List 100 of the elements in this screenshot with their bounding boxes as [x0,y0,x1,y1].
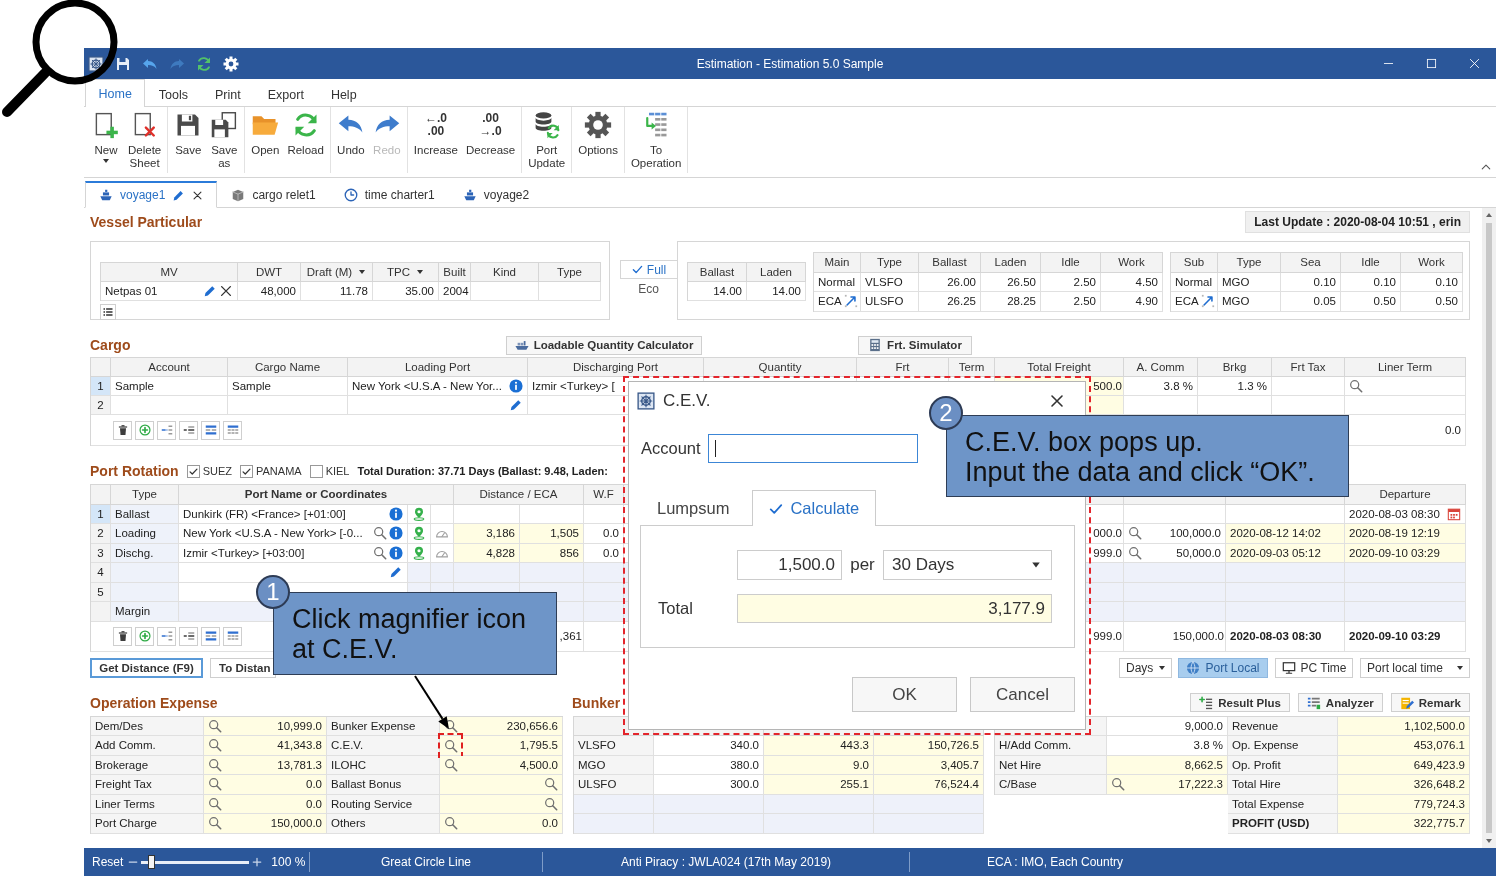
delete-row-button[interactable] [113,420,132,440]
dialog-tab[interactable]: Lumpsum [640,490,747,525]
period-dropdown[interactable]: 30 Days [883,550,1052,580]
pencil-icon[interactable] [389,565,403,580]
checkbox-label[interactable]: KIEL [325,465,350,477]
info-icon[interactable] [389,545,403,560]
row-number[interactable]: 1 [91,377,111,396]
caret-icon [1456,663,1464,672]
pencil-icon[interactable] [203,284,217,298]
time-toggle[interactable]: PC Time [1275,657,1353,678]
settings-icon[interactable] [223,55,239,72]
ship-wheel-icon[interactable] [88,55,104,72]
dialog-tab[interactable]: Calculate [752,490,877,526]
dropdown[interactable]: Port local time [1360,657,1470,678]
pencil-icon[interactable] [509,398,523,412]
menu-tab[interactable]: Export [254,81,318,107]
search-icon[interactable] [444,718,458,733]
document-tab[interactable]: time charter1 [329,181,449,208]
row-number[interactable]: 2 [91,524,111,544]
tool-button[interactable]: Frt. Simulator [858,335,972,355]
tool-button[interactable]: Loadable Quantity Calculator [506,335,702,355]
pencil-icon[interactable] [172,188,186,202]
distance-button[interactable]: Get Distance (F9) [90,657,203,678]
amount-field[interactable]: 1,500.0 [737,550,842,580]
menu-tab[interactable]: Print [201,81,255,107]
ribbon-button[interactable]: Save as [209,111,240,173]
scroll-up-icon[interactable] [1485,211,1493,219]
ribbon-button[interactable]: Delete Sheet [127,111,163,173]
table-cell [584,504,624,524]
location-pin-icon[interactable] [412,526,426,541]
delete-row-button[interactable] [113,626,132,646]
ribbon-button[interactable]: Open [250,111,281,173]
decimal-button[interactable]: ←.0 .00 Increase [412,111,459,173]
list-button[interactable] [100,304,116,320]
scroll-down-icon[interactable] [1485,837,1493,845]
row-number[interactable]: 3 [91,543,111,563]
diagonal-arrow-icon[interactable] [843,294,858,309]
menu-tab[interactable]: Home [85,79,146,107]
checkbox-label[interactable]: PANAMA [256,465,302,477]
checkbox[interactable] [240,464,253,478]
dialog-button[interactable]: Cancel [970,677,1075,712]
column-header[interactable]: TPC [373,263,439,282]
menu-tab[interactable]: Tools [145,81,202,107]
row-tool-button[interactable] [223,420,242,440]
ribbon-button[interactable]: Save [173,111,204,173]
info-icon[interactable] [389,526,403,541]
row-number[interactable]: 1 [91,504,111,524]
ribbon-button[interactable]: Options [577,111,619,173]
scrollbar[interactable] [1482,208,1496,848]
menu-tab[interactable]: Help [317,81,371,107]
close-icon[interactable] [219,284,233,298]
ribbon-button[interactable]: To Operation [629,111,683,173]
dropdown[interactable]: Days [1119,657,1172,678]
save-icon[interactable] [115,55,131,72]
row-number[interactable]: 4 [91,563,111,583]
document-tab[interactable]: voyage1 [85,181,218,208]
row-tool-button[interactable] [157,626,176,646]
dialog-button[interactable]: OK [852,677,957,712]
decimal-button[interactable]: .00 →.0 Decrease [464,111,517,173]
refresh-icon[interactable] [196,55,212,72]
document-tab[interactable]: voyage2 [448,181,544,208]
reset-button[interactable]: Reset [90,855,126,869]
diagonal-arrow-icon[interactable] [1200,294,1215,309]
location-pin-icon[interactable] [412,545,426,560]
row-tool-button[interactable] [201,626,220,646]
row-number[interactable]: 5 [91,582,111,602]
ribbon-button[interactable]: New [91,111,121,173]
ribbon-button[interactable]: Port Update [527,111,567,173]
ribbon-button[interactable]: Undo [335,111,366,173]
calendar-icon[interactable] [1447,506,1461,521]
column-header[interactable]: Draft (M) [301,263,373,282]
time-toggle[interactable]: Port Local [1178,657,1268,678]
row-tool-button[interactable] [179,420,198,440]
row-number[interactable]: 2 [91,396,111,415]
scrollbar-thumb[interactable] [1486,223,1492,833]
row-tool-button[interactable] [223,626,242,646]
location-pin-icon[interactable] [412,506,426,521]
row-tool-button[interactable] [157,420,176,440]
column-header: Main [814,253,861,273]
document-tab[interactable]: cargo relet1 [217,181,330,208]
close-icon[interactable] [192,189,204,201]
mode-tab[interactable]: Full [620,260,677,279]
info-icon[interactable] [509,379,523,393]
tool-button[interactable]: Remark [1390,693,1470,712]
checkbox-label[interactable]: SUEZ [202,465,232,477]
tool-button[interactable]: Result Plus [1190,693,1290,712]
plus-icon[interactable] [252,857,263,867]
mode-tab[interactable]: Eco [620,279,677,298]
distance-button[interactable]: To Distan [210,657,276,678]
table-cell: 35.00 [373,282,439,301]
row-tool-button[interactable] [201,420,220,440]
info-icon[interactable] [389,506,403,521]
row-tool-button[interactable] [179,626,198,646]
ribbon-button[interactable]: Reload [286,111,325,173]
tool-button[interactable]: Analyzer [1297,693,1383,712]
checkbox[interactable] [309,464,323,478]
account-field[interactable] [707,434,918,463]
slider-thumb[interactable] [148,855,156,869]
checkbox[interactable] [186,464,200,478]
table-cell: 28.25 [981,292,1041,312]
